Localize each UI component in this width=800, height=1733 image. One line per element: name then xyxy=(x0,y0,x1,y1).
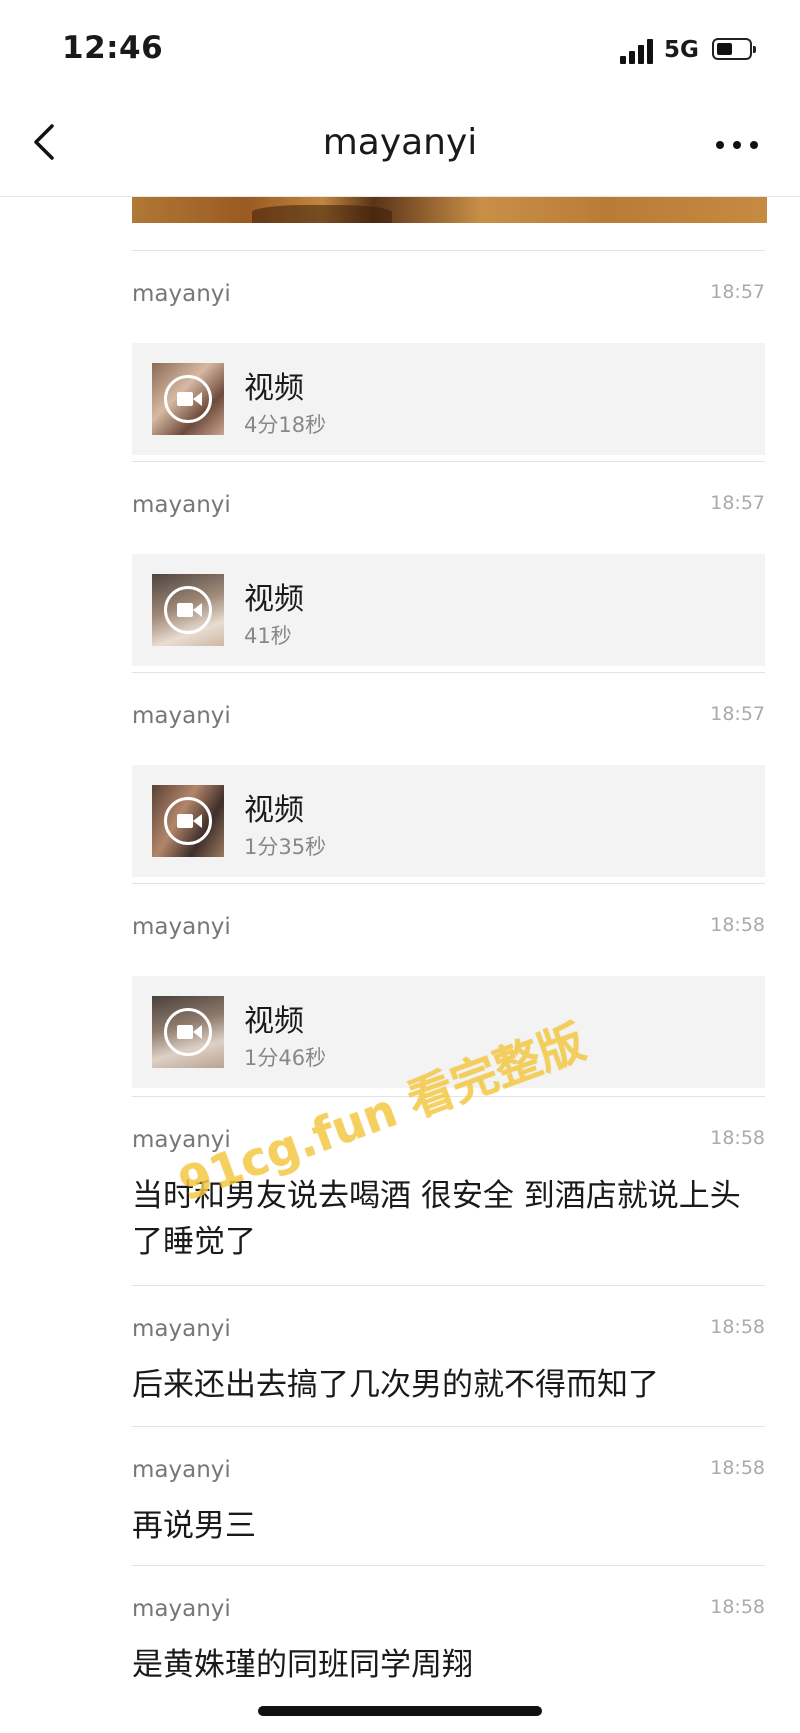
status-time: 12:46 xyxy=(62,30,164,66)
message-item: mayanyi 18:57 视频 41秒 xyxy=(132,461,765,672)
video-card[interactable]: 视频 4分18秒 xyxy=(132,343,765,455)
sender-name: mayanyi xyxy=(132,1596,231,1622)
home-indicator xyxy=(258,1706,542,1716)
message-time: 18:58 xyxy=(710,1596,765,1618)
video-thumbnail xyxy=(152,785,224,857)
video-thumbnail xyxy=(152,574,224,646)
video-card[interactable]: 视频 1分35秒 xyxy=(132,765,765,877)
video-camera-icon xyxy=(164,375,212,423)
video-thumbnail xyxy=(152,996,224,1068)
message-item: mayanyi 18:58 再说男三 xyxy=(132,1426,765,1565)
message-time: 18:57 xyxy=(710,703,765,725)
video-title: 视频 xyxy=(244,371,304,406)
video-thumbnail xyxy=(152,363,224,435)
sender-name: mayanyi xyxy=(132,281,231,307)
sender-name: mayanyi xyxy=(132,703,231,729)
video-title: 视频 xyxy=(244,793,304,828)
message-text: 是黄姝瑾的同班同学周翔 xyxy=(132,1647,473,1683)
message-time: 18:58 xyxy=(710,1127,765,1149)
video-camera-icon xyxy=(164,586,212,634)
battery-icon xyxy=(712,38,756,60)
nav-bar: mayanyi xyxy=(0,92,800,197)
more-horizontal-icon xyxy=(716,141,724,149)
message-text: 再说男三 xyxy=(132,1508,256,1544)
previous-image-thumbnail[interactable] xyxy=(132,197,767,223)
status-bar: 12:46 5G xyxy=(0,0,800,90)
message-item: mayanyi 18:57 视频 4分18秒 xyxy=(132,250,765,461)
sender-name: mayanyi xyxy=(132,1316,231,1342)
video-camera-icon xyxy=(164,1008,212,1056)
sender-name: mayanyi xyxy=(132,914,231,940)
signal-bars-icon xyxy=(620,38,656,64)
message-time: 18:57 xyxy=(710,281,765,303)
message-item: mayanyi 18:58 是黄姝瑾的同班同学周翔 xyxy=(132,1565,765,1704)
message-item: mayanyi 18:58 后来还出去搞了几次男的就不得而知了 xyxy=(132,1285,765,1426)
video-duration: 1分35秒 xyxy=(244,835,327,859)
network-type: 5G xyxy=(664,37,699,63)
sender-name: mayanyi xyxy=(132,1457,231,1483)
message-time: 18:57 xyxy=(710,492,765,514)
video-title: 视频 xyxy=(244,582,304,617)
message-time: 18:58 xyxy=(710,1457,765,1479)
message-item: mayanyi 18:57 视频 1分35秒 xyxy=(132,672,765,883)
page-title: mayanyi xyxy=(322,122,478,163)
message-time: 18:58 xyxy=(710,1316,765,1338)
more-button[interactable] xyxy=(716,138,760,152)
message-text: 后来还出去搞了几次男的就不得而知了 xyxy=(132,1367,659,1403)
message-time: 18:58 xyxy=(710,914,765,936)
video-title: 视频 xyxy=(244,1004,304,1039)
sender-name: mayanyi xyxy=(132,492,231,518)
video-duration: 1分46秒 xyxy=(244,1046,327,1070)
video-duration: 41秒 xyxy=(244,624,292,648)
video-card[interactable]: 视频 41秒 xyxy=(132,554,765,666)
video-duration: 4分18秒 xyxy=(244,413,327,437)
video-camera-icon xyxy=(164,797,212,845)
